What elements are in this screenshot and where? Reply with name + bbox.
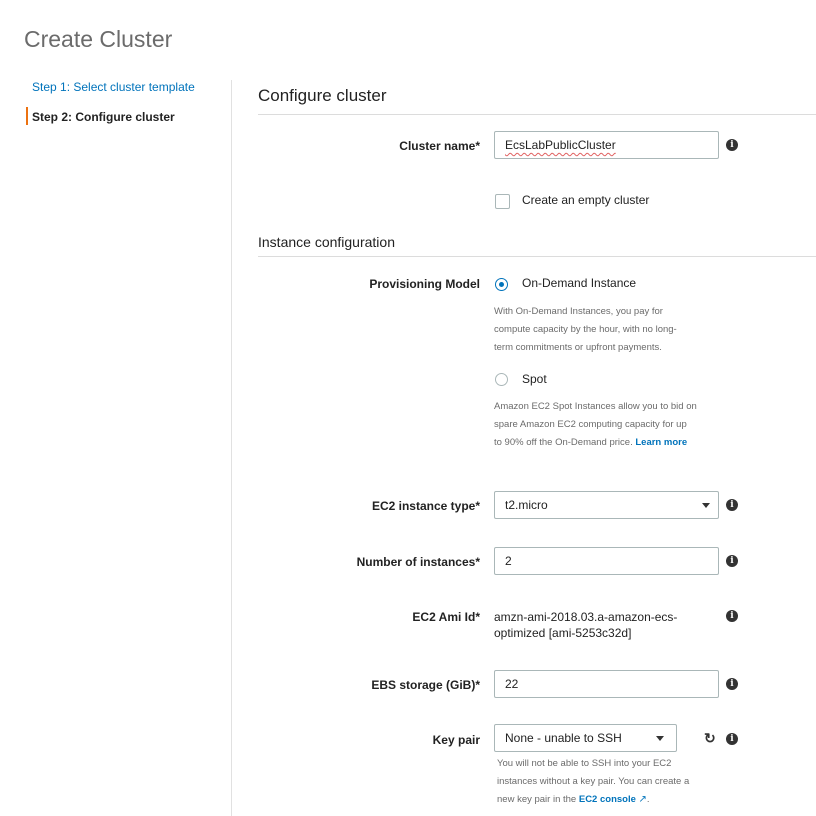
instance-config-title: Instance configuration [258, 234, 395, 250]
ebs-value: 22 [505, 677, 519, 691]
help-text: to 90% off the On-Demand price. [494, 437, 633, 448]
spot-label[interactable]: Spot [522, 372, 547, 386]
help-line: compute capacity by the hour, with no lo… [494, 324, 677, 335]
empty-cluster-checkbox[interactable] [495, 194, 510, 209]
num-instances-label: Number of instances* [356, 555, 480, 569]
info-icon[interactable]: i [726, 555, 738, 567]
on-demand-label[interactable]: On-Demand Instance [522, 276, 636, 290]
cluster-name-input[interactable]: EcsLabPublicCluster [494, 131, 719, 159]
help-text: . [646, 794, 650, 805]
help-line: new key pair in the EC2 console ↗. [497, 791, 722, 809]
ebs-input[interactable]: 22 [494, 670, 719, 698]
external-link-icon[interactable]: ↗ [639, 794, 647, 805]
ebs-label: EBS storage (GiB)* [371, 678, 480, 692]
help-line: Amazon EC2 Spot Instances allow you to b… [494, 401, 697, 412]
info-icon[interactable]: i [726, 499, 738, 511]
empty-cluster-label[interactable]: Create an empty cluster [522, 193, 649, 207]
section-divider [258, 114, 816, 115]
num-instances-value: 2 [505, 554, 512, 568]
key-pair-label: Key pair [432, 733, 480, 747]
instance-type-select[interactable]: t2.micro [494, 491, 719, 519]
info-icon[interactable]: i [726, 678, 738, 690]
key-pair-help: You will not be able to SSH into your EC… [497, 755, 722, 809]
instance-config-divider [258, 256, 816, 257]
instance-type-label: EC2 instance type* [371, 499, 480, 513]
current-step-marker [26, 107, 28, 125]
help-line: With On-Demand Instances, you pay for [494, 306, 663, 317]
ami-label: EC2 Ami Id* [412, 610, 480, 624]
num-instances-input[interactable]: 2 [494, 547, 719, 575]
ami-line: amzn-ami-2018.03.a-amazon-ecs- [494, 610, 678, 624]
step-1-link[interactable]: Step 1: Select cluster template [32, 80, 195, 94]
info-icon[interactable]: i [726, 139, 738, 151]
section-title: Configure cluster [258, 86, 387, 105]
info-icon[interactable]: i [726, 610, 738, 622]
ec2-console-link[interactable]: EC2 console [579, 794, 636, 805]
page-title: Create Cluster [24, 26, 173, 52]
spot-help: Amazon EC2 Spot Instances allow you to b… [494, 398, 719, 452]
chevron-down-icon [702, 503, 710, 508]
provisioning-model-label: Provisioning Model [369, 277, 480, 291]
info-icon[interactable]: i [726, 733, 738, 745]
sidebar-divider [231, 80, 232, 816]
step-2-current: Step 2: Configure cluster [32, 110, 175, 124]
instance-type-value: t2.micro [505, 498, 548, 512]
cluster-name-value: EcsLabPublicCluster [505, 138, 616, 152]
help-text: new key pair in the [497, 794, 577, 805]
help-line: to 90% off the On-Demand price. Learn mo… [494, 434, 719, 452]
key-pair-value: None - unable to SSH [505, 731, 622, 745]
cluster-name-label: Cluster name* [399, 139, 480, 153]
spot-radio[interactable] [495, 373, 508, 386]
chevron-down-icon [656, 736, 664, 741]
help-line: instances without a key pair. You can cr… [497, 776, 690, 787]
key-pair-select[interactable]: None - unable to SSH [494, 724, 677, 752]
help-line: term commitments or upfront payments. [494, 342, 662, 353]
ami-value: amzn-ami-2018.03.a-amazon-ecs- optimized… [494, 609, 709, 641]
refresh-icon[interactable]: ↻ [704, 730, 716, 747]
learn-more-link[interactable]: Learn more [635, 437, 687, 448]
on-demand-radio[interactable] [495, 278, 508, 291]
ami-line: optimized [ami-5253c32d] [494, 626, 632, 640]
on-demand-help: With On-Demand Instances, you pay for co… [494, 303, 719, 357]
help-line: spare Amazon EC2 computing capacity for … [494, 419, 687, 430]
help-line: You will not be able to SSH into your EC… [497, 758, 672, 769]
